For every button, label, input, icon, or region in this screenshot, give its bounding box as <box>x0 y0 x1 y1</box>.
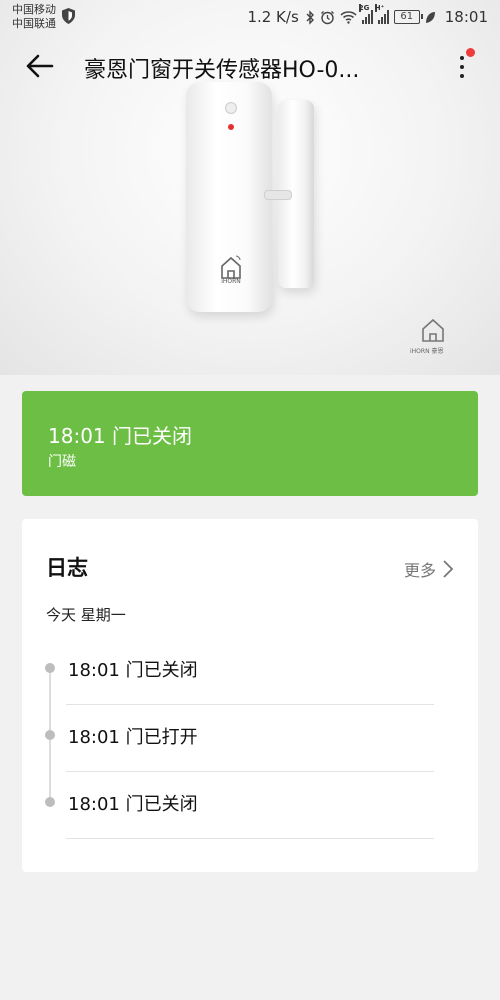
sensor-lens <box>225 102 237 114</box>
battery-icon: 61 <box>393 10 423 24</box>
page-title: 豪恩门窗开关传感器HO-0... <box>84 58 360 83</box>
bluetooth-icon <box>306 9 314 25</box>
log-entry-text: 18:01 门已关闭 <box>68 794 198 815</box>
log-entry[interactable]: 18:01 门已关闭 <box>22 653 478 839</box>
sensor-led <box>228 124 234 130</box>
log-entry[interactable]: 18:01 门已关闭 <box>22 519 478 705</box>
log-separator <box>66 771 434 772</box>
device-hero-image: 中国移动 中国联通 1.2 K/s 2G H⁺ 61 18:01 豪恩门窗开关传… <box>0 0 500 375</box>
sensor-brand-text: iHORN <box>221 278 241 285</box>
status-icons: 1.2 K/s 2G H⁺ 61 18:01 <box>247 4 488 27</box>
log-card: 日志 更多 今天 星期一 18:01 门已关闭 18:01 门已打开 18:01… <box>22 519 478 872</box>
sensor-magnet <box>264 100 314 288</box>
status-bar: 中国移动 中国联通 1.2 K/s 2G H⁺ 61 18:01 <box>0 0 500 36</box>
back-arrow-icon[interactable] <box>24 50 56 82</box>
log-separator <box>66 838 434 839</box>
sensor-body: iHORN <box>186 82 272 312</box>
ihorn-corner-logo-icon <box>422 318 444 342</box>
carrier-2: 中国联通 <box>12 17 56 30</box>
log-entry[interactable]: 18:01 门已打开 <box>22 586 478 772</box>
timeline-dot <box>45 797 55 807</box>
net-speed: 1.2 K/s <box>247 8 299 26</box>
corner-brand-text: iHORN 豪恩 <box>410 348 444 355</box>
shield-icon <box>62 8 75 24</box>
leaf-icon <box>425 11 435 23</box>
log-entry-text: 18:01 门已打开 <box>68 727 198 748</box>
carrier-1: 中国移动 <box>12 3 56 16</box>
alarm-icon <box>320 10 334 24</box>
status-main-text: 18:01 门已关闭 <box>48 424 192 448</box>
status-sub-text: 门磁 <box>48 454 76 470</box>
notification-dot <box>466 48 475 57</box>
device-status-card[interactable]: 18:01 门已关闭 门磁 <box>22 391 478 496</box>
timeline-dot <box>45 730 55 740</box>
signal-2g-tag: 2G <box>358 4 370 12</box>
signal-h-icon: H⁺ <box>374 4 389 24</box>
wifi-icon <box>340 11 357 24</box>
corner-logo: iHORN 豪恩 <box>410 315 454 355</box>
clock: 18:01 <box>444 8 488 26</box>
carrier-info: 中国移动 中国联通 <box>12 3 56 31</box>
signal-h-tag: H⁺ <box>374 4 385 12</box>
signal-2g-icon: 2G <box>358 4 373 24</box>
